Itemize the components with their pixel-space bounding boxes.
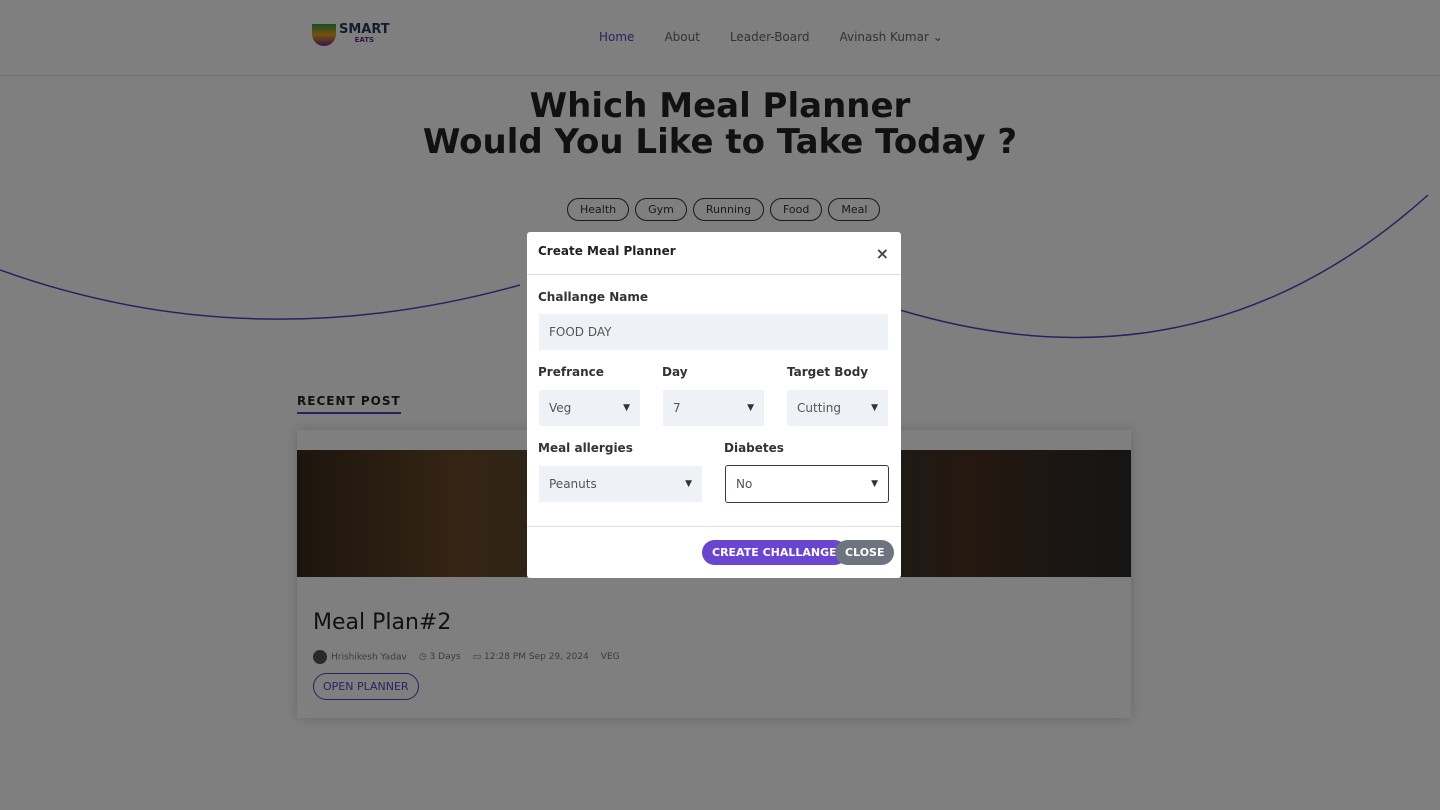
day-select[interactable]: 7 ▼ [663, 390, 764, 426]
challenge-name-label: Challange Name [538, 290, 649, 304]
close-icon[interactable]: × [876, 244, 889, 263]
modal-footer-divider [527, 526, 901, 527]
meal-allergies-label: Meal allergies [538, 441, 633, 455]
diabetes-label: Diabetes [724, 441, 784, 455]
chevron-down-icon: ▼ [747, 403, 754, 413]
preference-label: Prefrance [538, 365, 604, 379]
target-body-label: Target Body [787, 365, 869, 379]
preference-select[interactable]: Veg ▼ [539, 390, 640, 426]
modal-title: Create Meal Planner [538, 244, 676, 258]
close-button[interactable]: CLOSE [835, 540, 895, 565]
create-meal-planner-modal: Create Meal Planner × Challange Name FOOD… [527, 232, 901, 578]
challenge-name-input[interactable]: FOOD DAY [539, 314, 888, 350]
diabetes-select[interactable]: No ▼ [725, 465, 889, 503]
meal-allergies-select[interactable]: Peanuts ▼ [539, 466, 702, 502]
chevron-down-icon: ▼ [623, 403, 630, 413]
chevron-down-icon: ▼ [871, 403, 878, 413]
chevron-down-icon: ▼ [871, 479, 878, 489]
target-body-select[interactable]: Cutting ▼ [787, 390, 888, 426]
day-label: Day [662, 365, 688, 379]
create-challenge-button[interactable]: CREATE CHALLANGE [702, 540, 847, 565]
chevron-down-icon: ▼ [685, 479, 692, 489]
